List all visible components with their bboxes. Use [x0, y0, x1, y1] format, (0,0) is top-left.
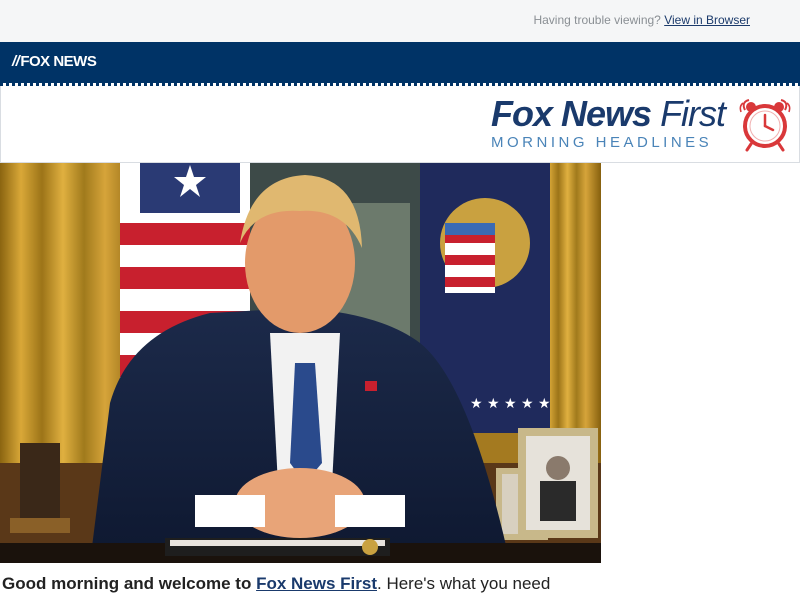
fox-news-logo[interactable]: //FOX NEWS: [12, 53, 97, 70]
masthead: Fox News First MORNING HEADLINES: [0, 86, 800, 163]
intro-paragraph: Good morning and welcome to Fox News Fir…: [2, 574, 550, 594]
alarm-clock-icon: [739, 99, 791, 152]
view-in-browser-link[interactable]: View in Browser: [664, 13, 750, 27]
newsletter-title: Fox News First: [491, 94, 731, 134]
logo-text: FOX NEWS: [20, 53, 97, 70]
svg-text:★ ★ ★ ★ ★: ★ ★ ★ ★ ★: [470, 396, 551, 412]
intro-greeting: Good morning and welcome to: [2, 574, 252, 593]
title-light: First: [660, 93, 726, 134]
nav-bar: //FOX NEWS: [0, 42, 800, 85]
fox-news-first-link[interactable]: Fox News First: [256, 574, 377, 593]
newsletter-subtitle: MORNING HEADLINES: [491, 134, 713, 151]
top-bar: Having trouble viewing? View in Browser: [0, 0, 800, 42]
document-folder: [165, 538, 390, 556]
trouble-viewing-text: Having trouble viewing? View in Browser: [533, 13, 750, 27]
logo-slash: //: [12, 53, 20, 70]
newsletter-brand: Fox News First MORNING HEADLINES: [491, 94, 731, 152]
title-bold: Fox News: [491, 93, 652, 134]
trouble-label: Having trouble viewing?: [533, 13, 661, 27]
hero-photo[interactable]: ★ ★ ★ ★ ★: [0, 163, 601, 563]
intro-rest: . Here's what you need: [377, 574, 551, 593]
